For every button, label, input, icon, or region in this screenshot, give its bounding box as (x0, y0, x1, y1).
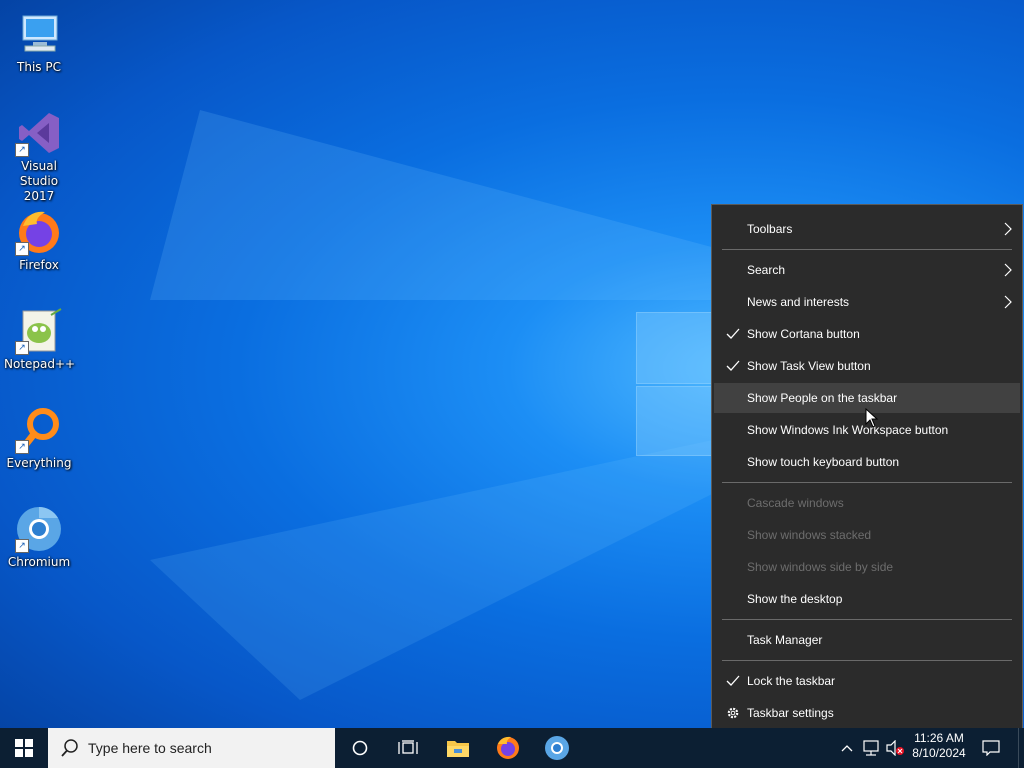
taskbar: Type here to search 11:26 AM 8/10/2024 (0, 728, 1024, 768)
chevron-right-icon (1004, 263, 1012, 280)
menu-item-cascade-windows: Cascade windows (714, 488, 1020, 518)
firefox-icon (497, 736, 519, 759)
checkmark-icon (726, 359, 740, 373)
shortcut-arrow-icon: ↗ (15, 440, 29, 454)
desktop-icon-everything[interactable]: ↗ Everything (4, 400, 74, 471)
desktop-icon-this-pc[interactable]: This PC (4, 4, 74, 75)
firefox-taskbar-button[interactable] (484, 728, 532, 768)
menu-item-label: Toolbars (747, 222, 793, 236)
clock-time: 11:26 AM (914, 731, 964, 745)
menu-separator (722, 482, 1012, 483)
show-hidden-icons-button[interactable] (836, 728, 858, 768)
chromium-icon: ↗ (15, 505, 63, 553)
menu-item-news-and-interests[interactable]: News and interests (714, 287, 1020, 317)
menu-separator (722, 660, 1012, 661)
menu-item-show-cortana-button[interactable]: Show Cortana button (714, 319, 1020, 349)
action-center-button[interactable] (976, 728, 1006, 768)
firefox-icon: ↗ (15, 208, 63, 256)
start-button[interactable] (0, 728, 48, 768)
menu-item-label: Taskbar settings (747, 706, 834, 720)
menu-item-task-manager[interactable]: Task Manager (714, 625, 1020, 655)
notepadpp-icon: ↗ (15, 307, 63, 355)
desktop-icon-notepadpp[interactable]: ↗ Notepad++ (4, 301, 76, 372)
menu-item-label: Show windows side by side (747, 560, 894, 574)
task-view-icon (398, 740, 418, 754)
shortcut-arrow-icon: ↗ (15, 242, 29, 256)
everything-icon: ↗ (15, 406, 63, 454)
menu-item-show-windows-stacked: Show windows stacked (714, 520, 1020, 550)
desktop-icon-label: Firefox (19, 258, 59, 272)
menu-item-label: Task Manager (747, 633, 823, 647)
cortana-button[interactable] (336, 728, 384, 768)
chevron-right-icon (1004, 222, 1012, 239)
menu-item-label: Show windows stacked (747, 528, 872, 542)
menu-item-label: Cascade windows (747, 496, 844, 510)
menu-item-label: Search (747, 263, 786, 277)
search-icon (61, 739, 78, 757)
desktop-icon-label: Visual Studio 2017 (19, 159, 59, 203)
shortcut-arrow-icon: ↗ (15, 341, 29, 355)
menu-separator (722, 249, 1012, 250)
menu-item-label: Lock the taskbar (747, 674, 836, 688)
file-explorer-button[interactable] (434, 728, 482, 768)
shortcut-arrow-icon: ↗ (15, 539, 29, 553)
checkmark-icon (726, 674, 740, 688)
menu-item-label: Show Windows Ink Workspace button (747, 423, 949, 437)
task-view-button[interactable] (384, 728, 432, 768)
volume-muted-icon (886, 740, 904, 756)
gear-icon (726, 706, 740, 720)
menu-item-show-task-view-button[interactable]: Show Task View button (714, 351, 1020, 381)
chevron-up-icon (841, 745, 853, 752)
menu-item-search[interactable]: Search (714, 255, 1020, 285)
shortcut-arrow-icon: ↗ (15, 143, 29, 157)
visual-studio-icon: ↗ (15, 109, 63, 157)
menu-separator (722, 619, 1012, 620)
taskbar-clock[interactable]: 11:26 AM 8/10/2024 (906, 728, 972, 768)
notifications-icon (982, 740, 1000, 756)
volume-button[interactable] (884, 728, 906, 768)
desktop-icon-label: Notepad++ (4, 357, 76, 371)
wallpaper-window-pane (636, 312, 714, 384)
wallpaper-window-pane (636, 386, 714, 456)
menu-item-toolbars[interactable]: Toolbars (714, 214, 1020, 244)
show-desktop-button[interactable] (1018, 728, 1024, 768)
menu-item-show-touch-keyboard[interactable]: Show touch keyboard button (714, 447, 1020, 477)
desktop-icon-visual-studio[interactable]: ↗ Visual Studio 2017 (4, 103, 74, 204)
checkmark-icon (726, 327, 740, 341)
windows-logo-icon (15, 739, 33, 757)
menu-item-label: Show the desktop (747, 592, 843, 606)
clock-date: 8/10/2024 (912, 746, 966, 760)
desktop-icon-chromium[interactable]: ↗ Chromium (4, 499, 74, 570)
menu-item-lock-the-taskbar[interactable]: Lock the taskbar (714, 666, 1020, 696)
menu-item-label: Show Task View button (747, 359, 871, 373)
menu-item-label: Show People on the taskbar (747, 391, 898, 405)
taskbar-context-menu: Toolbars Search News and interests Show … (711, 204, 1023, 738)
desktop-icon-label: This PC (17, 60, 61, 74)
chevron-right-icon (1004, 295, 1012, 312)
file-explorer-icon (447, 741, 469, 757)
mouse-cursor-icon (865, 408, 879, 428)
chromium-taskbar-button[interactable] (533, 728, 581, 768)
desktop-icon-firefox[interactable]: ↗ Firefox (4, 202, 74, 273)
desktop-icon-label: Chromium (7, 555, 71, 569)
menu-item-show-the-desktop[interactable]: Show the desktop (714, 584, 1020, 614)
network-icon (863, 740, 879, 756)
taskbar-search-box[interactable]: Type here to search (48, 728, 335, 768)
menu-item-label: Show Cortana button (747, 327, 860, 341)
cortana-icon (352, 740, 368, 756)
menu-item-show-windows-side-by-side: Show windows side by side (714, 552, 1020, 582)
desktop-icon-label: Everything (6, 456, 72, 470)
menu-item-label: News and interests (747, 295, 850, 309)
menu-item-taskbar-settings[interactable]: Taskbar settings (714, 698, 1020, 728)
search-placeholder: Type here to search (88, 740, 212, 756)
computer-icon (15, 10, 63, 58)
menu-item-label: Show touch keyboard button (747, 455, 900, 469)
chromium-icon (545, 736, 569, 760)
network-button[interactable] (860, 728, 882, 768)
